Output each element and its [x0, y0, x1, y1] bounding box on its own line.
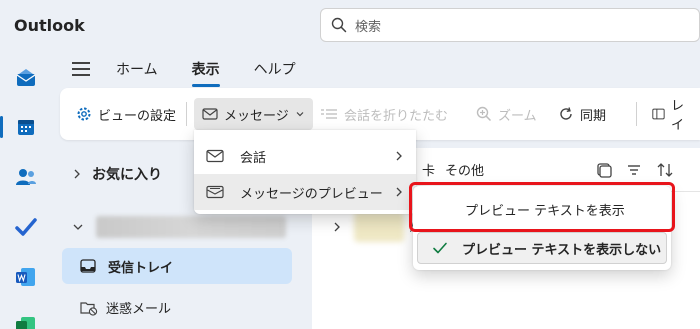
app-title: Outlook [14, 16, 85, 35]
search-placeholder: 検索 [355, 19, 382, 35]
word-app-icon[interactable] [14, 265, 38, 289]
select-icon[interactable] [596, 162, 612, 178]
tab-view[interactable]: 表示 [191, 59, 220, 87]
sync-button[interactable]: 同期 [550, 98, 614, 130]
chevron-down-icon [296, 112, 304, 117]
fold-conversations-button[interactable]: 会話を折りたたむ [312, 98, 456, 130]
chevron-down-icon [73, 224, 83, 230]
envelope-icon [206, 149, 224, 163]
tab-other[interactable]: その他 [445, 160, 484, 179]
menu-item-message-preview[interactable]: メッセージのプレビュー [194, 174, 416, 210]
zoom-button[interactable]: ズーム [468, 98, 545, 130]
filter-icon[interactable] [626, 162, 642, 178]
excel-app-icon[interactable] [14, 314, 38, 329]
menu-item-conversation[interactable]: 会話 [194, 138, 416, 174]
layout-button[interactable]: レイ [644, 98, 700, 133]
todo-app-icon[interactable] [14, 215, 38, 239]
account-name-redacted [96, 216, 286, 238]
chevron-right-icon [396, 151, 402, 161]
inbox-icon [80, 259, 96, 273]
mail-list-tools [596, 162, 674, 178]
folder-inbox[interactable]: 受信トレイ [62, 248, 292, 284]
tab-home[interactable]: ホーム [116, 59, 158, 79]
message-preview-submenu: プレビュー テキストを表示 プレビュー テキストを表示しない [409, 182, 675, 270]
focused-tab-partial[interactable]: 卡 [422, 160, 435, 179]
layout-icon [652, 108, 665, 120]
rail-selection-bar [0, 116, 3, 138]
zoom-in-icon [476, 106, 492, 122]
people-app-icon[interactable] [14, 165, 38, 189]
calendar-app-icon[interactable] [14, 115, 38, 139]
sort-icon[interactable] [656, 162, 674, 178]
view-settings-button[interactable]: ビューの設定 [68, 98, 184, 130]
mail-item[interactable]: / [332, 212, 414, 242]
folder-junk[interactable]: 迷惑メール [80, 298, 171, 317]
collapse-lines-icon [321, 109, 337, 119]
gear-icon [77, 107, 91, 121]
message-dropdown-button[interactable]: メッセージ [194, 98, 313, 130]
chevron-right-icon [74, 169, 80, 179]
ribbon-tabs: ホーム 表示 ヘルプ [72, 58, 330, 87]
sender-redacted [354, 212, 404, 242]
refresh-icon [560, 107, 572, 120]
tab-help[interactable]: ヘルプ [254, 59, 296, 79]
checkmark-icon [433, 242, 447, 254]
favorites-section[interactable]: お気に入り [72, 164, 162, 184]
mail-app-icon[interactable] [14, 65, 38, 89]
menu-item-hide-preview-text[interactable]: プレビュー テキストを表示しない [417, 232, 667, 264]
search-icon [331, 17, 347, 33]
ribbon-divider [186, 102, 187, 126]
app-rail [0, 52, 52, 329]
menu-item-show-preview-text[interactable]: プレビュー テキストを表示 [413, 186, 671, 232]
envelope-preview-icon [206, 185, 224, 199]
envelope-icon [202, 108, 218, 120]
chevron-right-icon [396, 187, 402, 197]
message-dropdown-menu: 会話 メッセージのプレビュー [194, 130, 416, 214]
ribbon-divider [636, 102, 637, 126]
search-box[interactable]: 検索 [320, 8, 700, 42]
chevron-right-icon [334, 222, 340, 232]
account-section[interactable] [72, 216, 286, 238]
junk-folder-icon [80, 301, 98, 316]
hamburger-menu-icon[interactable] [72, 58, 94, 80]
